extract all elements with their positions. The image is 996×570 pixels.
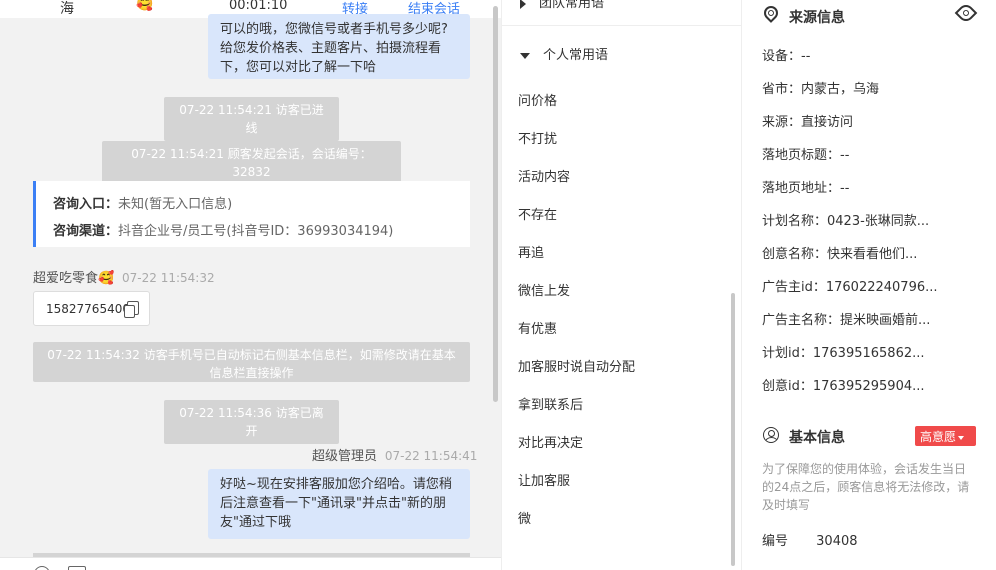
user-icon [763,427,779,443]
customer-number-row: 编号 30408 [762,530,858,549]
phrase-group-team[interactable]: 团队常用语 [520,0,604,11]
phrase-item[interactable]: 拿到联系后 [518,394,583,413]
source-row-creative-name: 创意名称：快来看看他们... [762,247,918,262]
phrase-item[interactable]: 微信上发 [518,280,570,299]
phrase-item[interactable]: 再追 [518,242,544,261]
agent-message-name: 超级管理员 [312,449,378,464]
phrase-item[interactable]: 问价格 [518,90,557,109]
source-row-region: 省市：内蒙古，乌海 [762,82,880,97]
visitor-avatar-icon: ⊥ [30,0,46,2]
phrases-scrollbar[interactable] [731,293,735,566]
session-timer: 00:01:10 [229,0,288,13]
phrase-item[interactable]: 加客服时说自动分配 [518,356,635,375]
source-row-advertiser-id: 广告主id：176022240796... [762,280,938,295]
edit-notice: 为了保障您的使用体验，会话发生当日的24点之后，顾客信息将无法修改，请及时填写 [762,462,970,512]
source-row-plan-name: 计划名称：0423-张琳同款... [762,214,930,229]
source-row-device: 设备：-- [762,49,811,64]
caret-down-icon [520,52,530,59]
image-icon[interactable] [68,566,86,570]
copy-icon[interactable] [124,301,139,318]
visitor-message-meta: 超爱吃零食🥰 07-22 11:54:32 [33,267,215,286]
agent-message-time: 07-22 11:54:41 [384,449,478,463]
phrase-item[interactable]: 对比再决定 [518,432,583,451]
chat-scrollbar[interactable] [493,6,498,402]
visitor-emoji: 🥰 [136,0,154,12]
system-message-visitor-in: 07-22 11:54:21 访客已进线 [164,97,339,141]
chat-panel: ⊥ 海 🥰 00:01:10 转接 结束会话 可以的哦，您微信号或者手机号多少呢… [0,0,501,557]
source-row-plan-id: 计划id：176395165862... [762,346,925,361]
source-row-advertiser-name: 广告主名称：提米映画婚前... [762,313,931,328]
phrase-item[interactable]: 微 [518,508,531,527]
system-message-phone-marked: 07-22 11:54:32 访客手机号已自动标记右侧基本信息栏，如需修改请在基… [33,342,470,382]
divider [502,25,741,26]
customer-info-panel: 来源信息 设备：-- 省市：内蒙古，乌海 来源：直接访问 落地页标题：-- 落地… [741,0,996,570]
phrase-item[interactable]: 活动内容 [518,166,570,185]
phrase-item[interactable]: 让加客服 [518,470,570,489]
visitor-message-name: 超爱吃零食🥰 [33,271,115,286]
intent-badge[interactable]: 高意愿 [915,426,976,446]
agent-message: 可以的哦，您微信号或者手机号多少呢?给您发价格表、主题客片、拍摄流程看下，您可以… [208,14,470,79]
customer-number-value: 30408 [816,534,858,549]
agent-message-meta: 超级管理员 07-22 11:54:41 [312,445,477,464]
phrase-item[interactable]: 不打扰 [518,128,557,147]
caret-right-icon [520,0,526,9]
customer-number-label: 编号 [762,534,789,549]
phrase-item[interactable]: 有优惠 [518,318,557,337]
consult-entry-value: 未知(暂无入口信息) [118,197,233,212]
visitor-name: 海 [60,1,74,17]
visitor-phone-number: 15827765400 [46,302,130,316]
visitor-message-time: 07-22 11:54:32 [122,271,215,285]
consult-channel-value: 抖音企业号/员工号(抖音号ID：36993034194) [118,224,394,239]
phrase-item[interactable]: 不存在 [518,204,557,223]
settings-icon[interactable] [954,1,978,25]
intent-badge-label: 高意愿 [920,430,957,444]
visitor-phone-message: 15827765400 [33,291,150,326]
system-message-session-start: 07-22 11:54:21 顾客发起会话，会话编号：32832 [102,141,401,185]
source-row-creative-id: 创意id：176395295904... [762,379,925,394]
system-message-visitor-left: 07-22 11:54:36 访客已离开 [164,400,339,444]
phrase-group-personal-label: 个人常用语 [543,48,609,63]
phrase-group-personal[interactable]: 个人常用语 [520,44,608,63]
basic-info-title: 基本信息 [789,430,845,446]
agent-message: 好哒~现在安排客服加您介绍哈。请您稍后注意查看一下"通讯录"并点击"新的朋友"通… [208,469,470,539]
consult-entry-label: 咨询入口： [53,197,119,212]
source-row-source: 来源：直接访问 [762,115,854,130]
consult-info-card: 咨询入口：未知(暂无入口信息) 咨询渠道：抖音企业号/员工号(抖音号ID：369… [33,181,470,247]
source-info-title: 来源信息 [789,10,845,26]
chevron-down-icon [958,435,965,440]
location-pin-icon [761,3,781,23]
consult-channel-label: 咨询渠道： [53,224,119,239]
source-row-landing-url: 落地页地址：-- [762,181,850,196]
quick-phrases-panel: 团队常用语 个人常用语 问价格 不打扰 活动内容 不存在 再追 微信上发 有优惠… [501,0,741,570]
source-row-landing-title: 落地页标题：-- [762,148,850,163]
phrase-group-team-label: 团队常用语 [539,0,605,11]
